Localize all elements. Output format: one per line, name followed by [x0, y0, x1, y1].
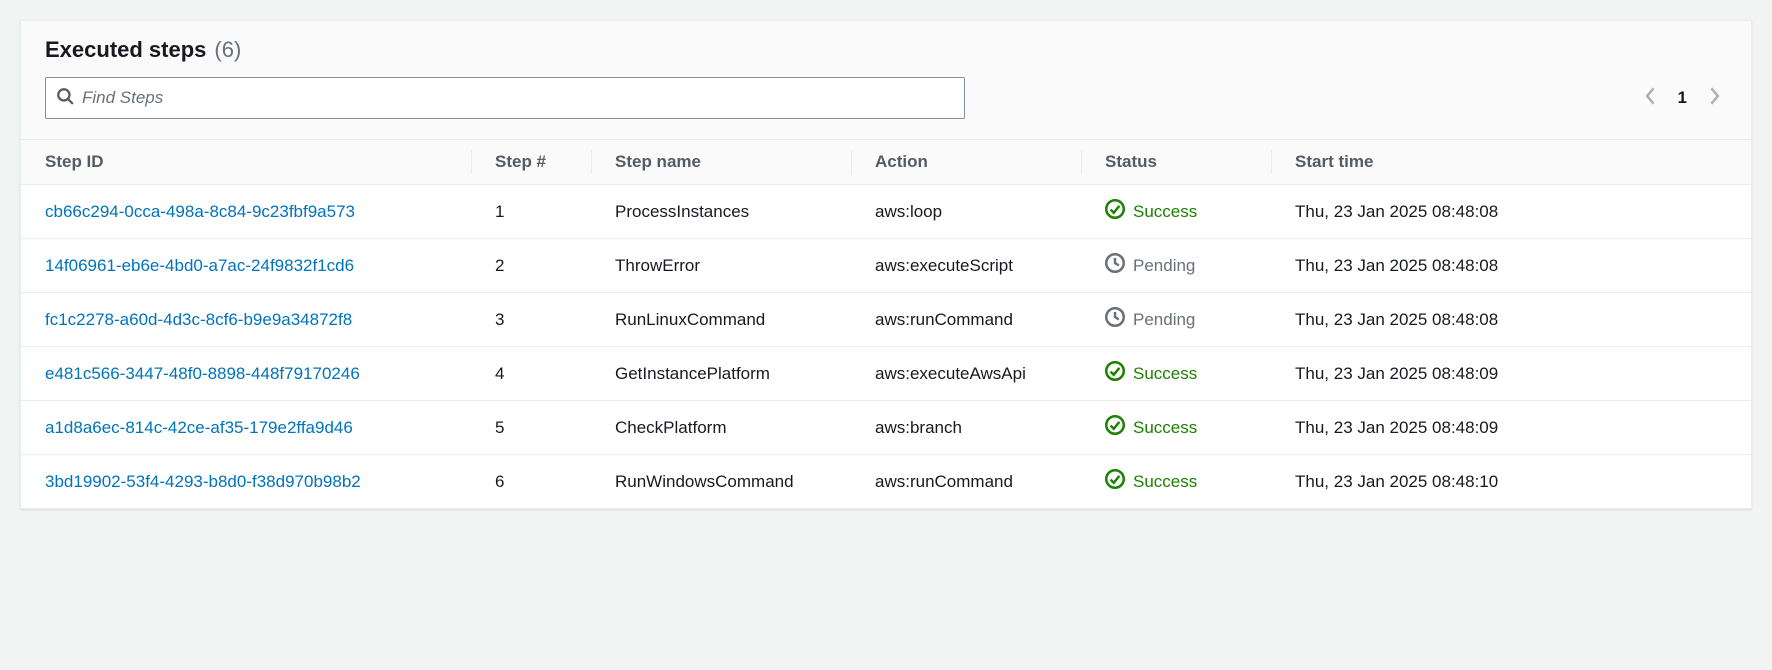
status-badge: Success — [1105, 199, 1197, 224]
start-time-cell: Thu, 23 Jan 2025 08:48:10 — [1271, 455, 1751, 509]
start-time-cell: Thu, 23 Jan 2025 08:48:08 — [1271, 293, 1751, 347]
step-id-link[interactable]: a1d8a6ec-814c-42ce-af35-179e2ffa9d46 — [45, 418, 353, 437]
col-start-time[interactable]: Start time — [1271, 140, 1751, 185]
status-badge: Pending — [1105, 307, 1195, 332]
step-action-cell: aws:branch — [851, 401, 1081, 455]
step-action-cell: aws:executeScript — [851, 239, 1081, 293]
table-row: a1d8a6ec-814c-42ce-af35-179e2ffa9d46 5Che… — [21, 401, 1751, 455]
panel-title-count: (6) — [214, 37, 241, 63]
status-badge: Success — [1105, 415, 1197, 440]
toolbar: 1 — [45, 77, 1727, 119]
col-step-num[interactable]: Step # — [471, 140, 591, 185]
table-row: cb66c294-0cca-498a-8c84-9c23fbf9a573 1Pro… — [21, 185, 1751, 239]
start-time-cell: Thu, 23 Jan 2025 08:48:08 — [1271, 239, 1751, 293]
step-action-cell: aws:executeAwsApi — [851, 347, 1081, 401]
step-id-link[interactable]: 14f06961-eb6e-4bd0-a7ac-24f9832f1cd6 — [45, 256, 354, 275]
search-field[interactable] — [45, 77, 965, 119]
steps-table: Step ID Step # Step name Action Status S… — [21, 140, 1751, 508]
status-text: Pending — [1133, 256, 1195, 276]
step-num-cell: 1 — [471, 185, 591, 239]
step-name-cell: ProcessInstances — [591, 185, 851, 239]
step-num-cell: 5 — [471, 401, 591, 455]
start-time-cell: Thu, 23 Jan 2025 08:48:09 — [1271, 401, 1751, 455]
step-id-link[interactable]: cb66c294-0cca-498a-8c84-9c23fbf9a573 — [45, 202, 355, 221]
panel-title-text: Executed steps — [45, 37, 206, 63]
start-time-cell: Thu, 23 Jan 2025 08:48:09 — [1271, 347, 1751, 401]
table-row: 14f06961-eb6e-4bd0-a7ac-24f9832f1cd6 2Thr… — [21, 239, 1751, 293]
step-name-cell: RunWindowsCommand — [591, 455, 851, 509]
search-icon — [56, 87, 74, 110]
step-name-cell: ThrowError — [591, 239, 851, 293]
chevron-left-icon — [1645, 87, 1657, 110]
status-badge: Success — [1105, 469, 1197, 494]
table-row: fc1c2278-a60d-4d3c-8cf6-b9e9a34872f8 3Run… — [21, 293, 1751, 347]
executed-steps-panel: Executed steps (6) — [20, 20, 1752, 509]
panel-header: Executed steps (6) — [21, 21, 1751, 140]
step-num-cell: 6 — [471, 455, 591, 509]
table-header-row: Step ID Step # Step name Action Status S… — [21, 140, 1751, 185]
check-circle-icon — [1105, 469, 1125, 494]
step-name-cell: GetInstancePlatform — [591, 347, 851, 401]
pagination: 1 — [1642, 88, 1727, 108]
check-circle-icon — [1105, 415, 1125, 440]
chevron-right-icon — [1708, 87, 1720, 110]
step-id-link[interactable]: fc1c2278-a60d-4d3c-8cf6-b9e9a34872f8 — [45, 310, 352, 329]
col-step-id[interactable]: Step ID — [21, 140, 471, 185]
search-input[interactable] — [74, 80, 954, 116]
check-circle-icon — [1105, 361, 1125, 386]
status-text: Pending — [1133, 310, 1195, 330]
start-time-cell: Thu, 23 Jan 2025 08:48:08 — [1271, 185, 1751, 239]
step-action-cell: aws:loop — [851, 185, 1081, 239]
col-step-name[interactable]: Step name — [591, 140, 851, 185]
status-badge: Success — [1105, 361, 1197, 386]
next-page-button[interactable] — [1705, 89, 1723, 107]
status-badge: Pending — [1105, 253, 1195, 278]
table-row: e481c566-3447-48f0-8898-448f79170246 4Get… — [21, 347, 1751, 401]
status-text: Success — [1133, 418, 1197, 438]
step-name-cell: RunLinuxCommand — [591, 293, 851, 347]
step-id-link[interactable]: e481c566-3447-48f0-8898-448f79170246 — [45, 364, 360, 383]
status-text: Success — [1133, 472, 1197, 492]
check-circle-icon — [1105, 199, 1125, 224]
step-name-cell: CheckPlatform — [591, 401, 851, 455]
panel-title: Executed steps (6) — [45, 37, 1727, 63]
step-num-cell: 4 — [471, 347, 591, 401]
step-action-cell: aws:runCommand — [851, 293, 1081, 347]
status-text: Success — [1133, 364, 1197, 384]
col-status[interactable]: Status — [1081, 140, 1271, 185]
page-number: 1 — [1678, 88, 1687, 108]
status-text: Success — [1133, 202, 1197, 222]
clock-icon — [1105, 307, 1125, 332]
step-action-cell: aws:runCommand — [851, 455, 1081, 509]
step-num-cell: 3 — [471, 293, 591, 347]
clock-icon — [1105, 253, 1125, 278]
step-num-cell: 2 — [471, 239, 591, 293]
col-action[interactable]: Action — [851, 140, 1081, 185]
step-id-link[interactable]: 3bd19902-53f4-4293-b8d0-f38d970b98b2 — [45, 472, 361, 491]
table-row: 3bd19902-53f4-4293-b8d0-f38d970b98b2 6Run… — [21, 455, 1751, 509]
prev-page-button[interactable] — [1642, 89, 1660, 107]
